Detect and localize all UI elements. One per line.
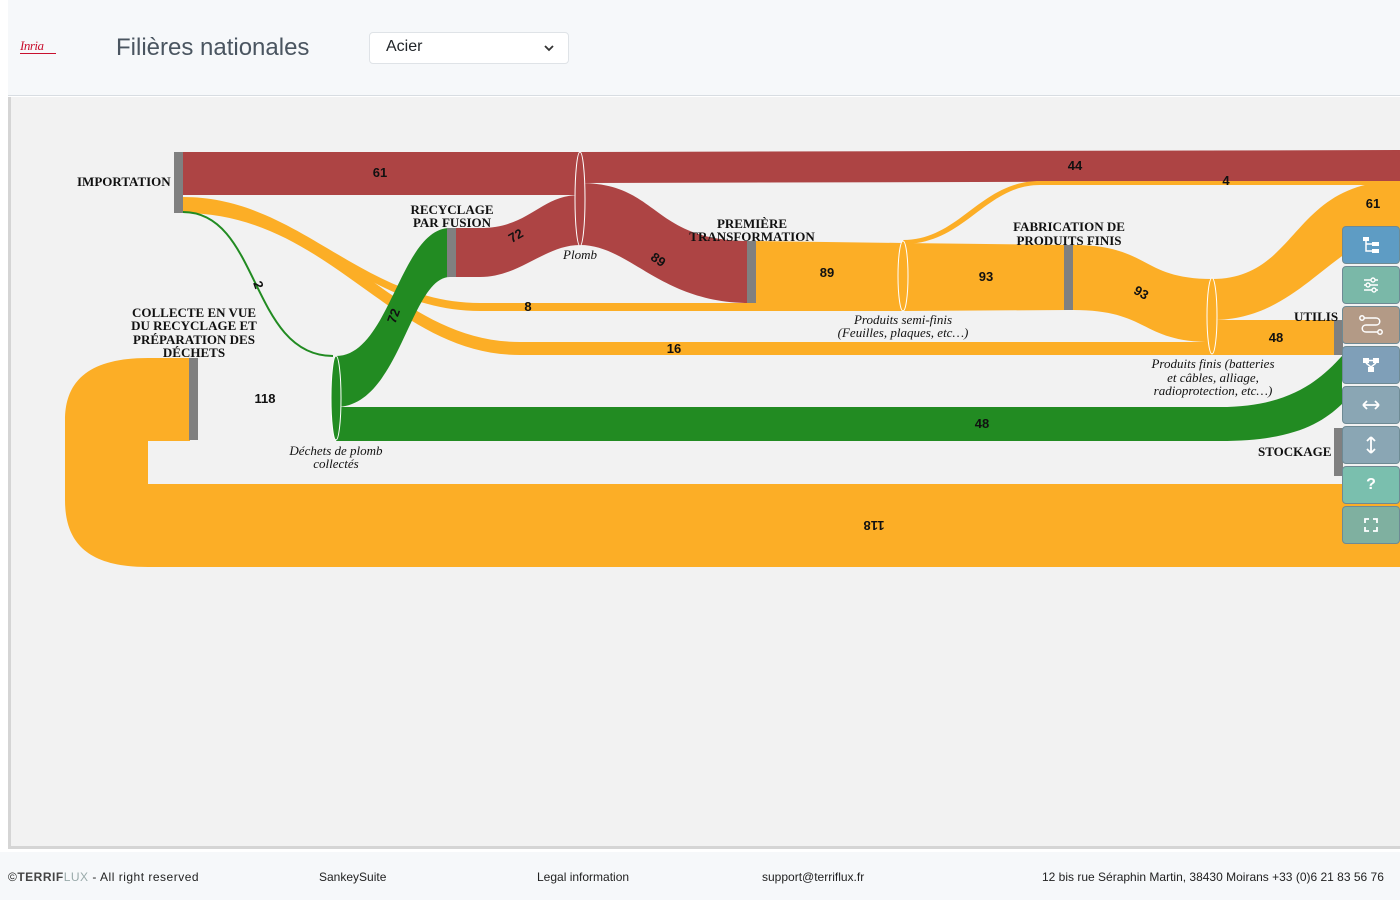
value-premiere-semi: 89 <box>820 265 834 280</box>
material-select[interactable]: Acier <box>369 32 569 64</box>
label-fabrication-1: FABRICATION DE <box>1013 219 1125 234</box>
node-fabrication[interactable] <box>1064 245 1073 310</box>
product-plomb[interactable] <box>574 151 586 247</box>
value-import-plomb: 61 <box>373 165 387 180</box>
fullscreen-icon <box>1364 518 1378 532</box>
node-premiere[interactable] <box>747 241 756 303</box>
hierarchy-button[interactable] <box>1342 346 1400 384</box>
value-finis-util: 48 <box>1269 330 1283 345</box>
route-icon <box>1359 315 1383 335</box>
vertical-arrows-icon <box>1366 436 1376 454</box>
help-button[interactable]: ? <box>1342 466 1400 504</box>
label-finis-3: radioprotection, etc…) <box>1154 383 1273 398</box>
label-recyclage-2: PAR FUSION <box>413 215 492 230</box>
label-stockage: STOCKAGE <box>1258 444 1331 459</box>
hierarchy-icon <box>1363 358 1379 372</box>
sankey-diagram: IMPORTATION COLLECTE EN VUE DU RECYCLAGE… <box>65 150 1400 567</box>
footer-link-email[interactable]: support@terriflux.fr <box>762 870 864 884</box>
value-import-8: 8 <box>524 299 531 314</box>
fullscreen-button[interactable] <box>1342 506 1400 544</box>
value-util-61: 61 <box>1366 196 1380 211</box>
top-bar: Inria Filières nationales Acier <box>8 0 1400 96</box>
material-select-value: Acier <box>386 38 423 55</box>
label-semi-2: (Feuilles, plaques, etc…) <box>838 325 969 340</box>
value-semi-fab: 93 <box>979 269 993 284</box>
label-plomb: Plomb <box>562 247 597 262</box>
settings-button[interactable] <box>1342 266 1400 304</box>
sliders-icon <box>1364 277 1378 293</box>
horizontal-arrows-icon <box>1362 400 1380 410</box>
copyright-symbol: © <box>8 870 18 884</box>
logo-underline <box>20 53 56 54</box>
footer-address: 12 bis rue Séraphin Martin, 38430 Moiran… <box>1042 870 1384 884</box>
tree-icon <box>1363 237 1379 253</box>
label-importation: IMPORTATION <box>77 174 171 189</box>
footer-link-sankeysuite[interactable]: SankeySuite <box>319 870 386 884</box>
flow-plomb-export[interactable] <box>580 150 1400 183</box>
brand-flux: LUX <box>63 870 89 884</box>
node-importation[interactable] <box>174 152 183 213</box>
footer-link-legal[interactable]: Legal information <box>537 870 629 884</box>
footer: ©TERRIFLUX - All right reserved SankeySu… <box>0 852 1400 900</box>
value-dechets-stockage: 48 <box>975 416 989 431</box>
value-orange-top: 4 <box>1222 173 1230 188</box>
node-recyclage[interactable] <box>447 228 456 277</box>
help-icon: ? <box>1366 476 1376 493</box>
product-semi-finis[interactable] <box>897 240 909 312</box>
sankey-toolbar: ? <box>1342 226 1400 546</box>
value-plomb-export: 44 <box>1068 158 1083 173</box>
label-finis-1: Produits finis (batteries <box>1150 356 1274 371</box>
value-dechets-collecte: 118 <box>255 391 276 406</box>
footer-copyright: ©TERRIFLUX - All right reserved <box>8 870 199 884</box>
product-dechets[interactable] <box>330 355 342 441</box>
sankey-canvas[interactable]: IMPORTATION COLLECTE EN VUE DU RECYCLAGE… <box>8 97 1400 849</box>
label-utilisation: UTILIS <box>1294 309 1338 324</box>
product-finis[interactable] <box>1206 277 1218 355</box>
inria-logo[interactable]: Inria <box>20 38 44 54</box>
node-collecte[interactable] <box>189 358 198 440</box>
label-fabrication-2: PRODUITS FINIS <box>1016 233 1121 248</box>
chevron-down-icon <box>544 45 554 52</box>
label-premiere-2: TRANSFORMATION <box>689 229 815 244</box>
vertical-stretch-button[interactable] <box>1342 426 1400 464</box>
brand-terri: TERRIF <box>17 870 64 884</box>
page-title: Filières nationales <box>116 34 310 61</box>
route-button[interactable] <box>1342 306 1400 344</box>
horizontal-stretch-button[interactable] <box>1342 386 1400 424</box>
tree-button[interactable] <box>1342 226 1400 264</box>
label-collecte-4: DÉCHETS <box>163 345 225 360</box>
label-collecte-2: DU RECYCLAGE ET <box>131 318 257 333</box>
label-dechets-2: collectés <box>313 456 358 471</box>
value-import-16: 16 <box>667 341 681 356</box>
value-loop: 118 <box>864 518 885 533</box>
rights-text: - All right reserved <box>88 870 200 884</box>
